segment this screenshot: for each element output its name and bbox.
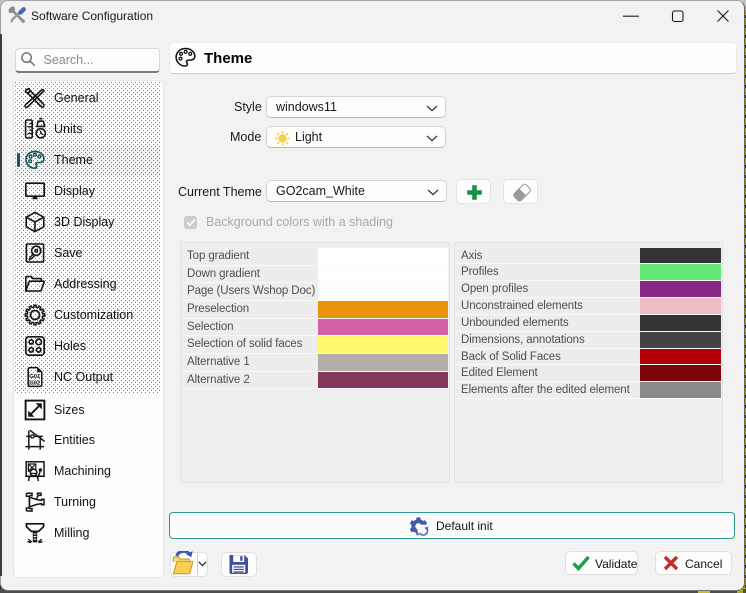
svg-text:G01: G01	[29, 375, 41, 381]
svg-text:G02: G02	[29, 381, 40, 387]
